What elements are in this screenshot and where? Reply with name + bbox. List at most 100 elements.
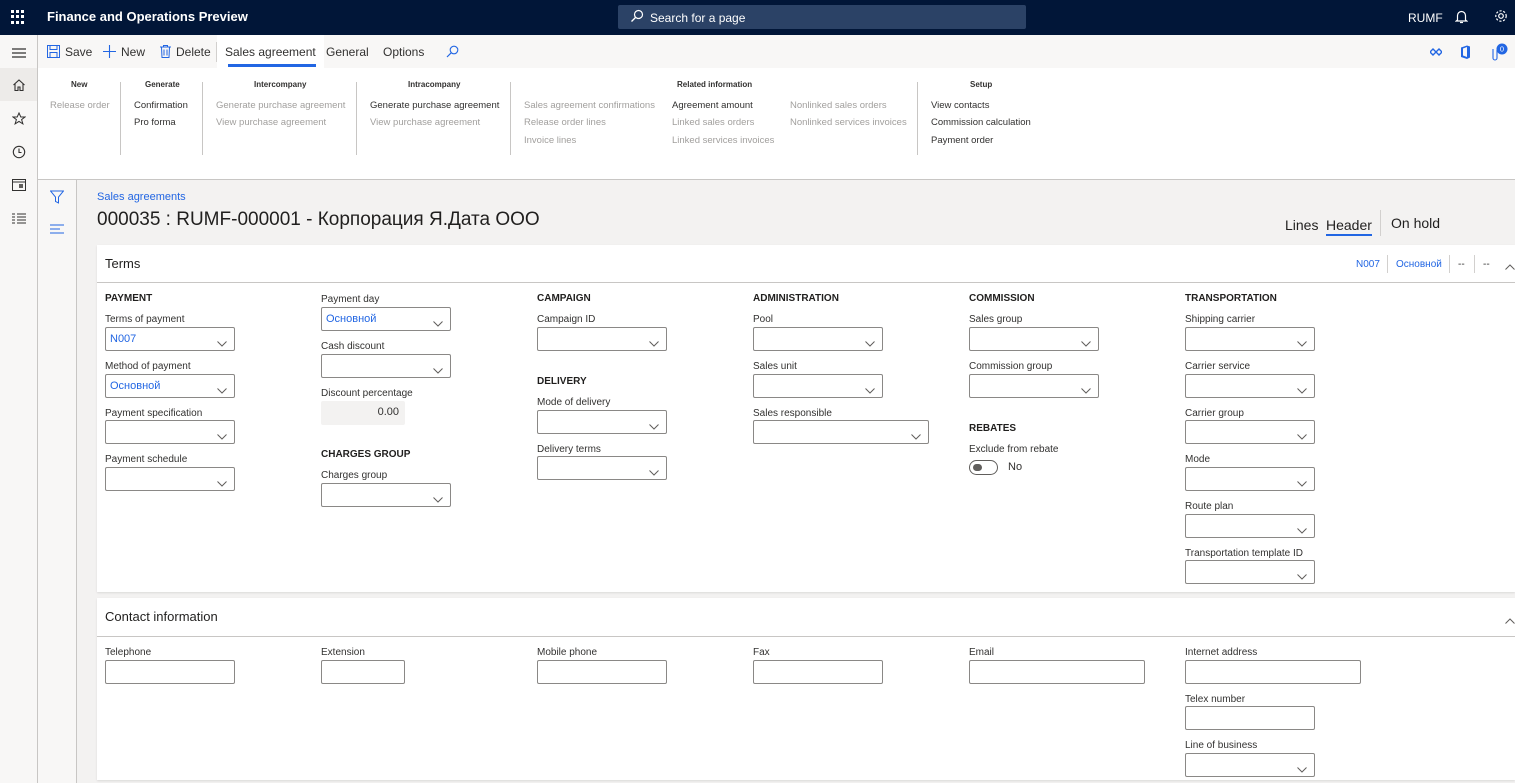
search-placeholder: Search for a page (650, 11, 746, 25)
chevron-down-icon (1297, 383, 1307, 397)
email-input[interactable] (969, 660, 1145, 684)
mode-label: Mode (1185, 454, 1211, 465)
attachments-badge-count: 0 (1500, 44, 1504, 53)
method-of-payment-dropdown[interactable]: Основной (105, 374, 235, 398)
payment-specification-dropdown[interactable] (105, 420, 235, 444)
terms-fasttab: Terms N007 Основной -- -- PAYMENT Terms … (97, 245, 1515, 592)
nonlinked-services-invoices-button[interactable]: Nonlinked services invoices (790, 117, 907, 128)
view-tab-lines[interactable]: Lines (1285, 217, 1318, 233)
intracompany-generate-purchase-agreement-button[interactable]: Generate purchase agreement (370, 100, 499, 111)
action-pane: Save New Delete Sales agreement General … (38, 35, 1515, 68)
intercompany-generate-purchase-agreement-button[interactable]: Generate purchase agreement (216, 100, 345, 111)
transportation-template-id-dropdown[interactable] (1185, 560, 1315, 584)
mode-dropdown[interactable] (1185, 467, 1315, 491)
pool-dropdown[interactable] (753, 327, 883, 351)
chevron-down-icon (217, 383, 227, 397)
payment-order-button[interactable]: Payment order (931, 135, 993, 146)
home-icon[interactable] (0, 68, 37, 101)
settings-icon[interactable] (1493, 8, 1509, 27)
mode-of-delivery-dropdown[interactable] (537, 410, 667, 434)
telephone-input[interactable] (105, 660, 235, 684)
view-tab-header[interactable]: Header (1326, 217, 1372, 236)
delivery-terms-dropdown[interactable] (537, 456, 667, 480)
carrier-service-label: Carrier service (1185, 361, 1251, 372)
sales-group-dropdown[interactable] (969, 327, 1099, 351)
nonlinked-sales-orders-button[interactable]: Nonlinked sales orders (790, 100, 887, 111)
recent-clock-icon[interactable] (0, 135, 37, 168)
company-picker[interactable]: RUMF (1408, 11, 1443, 25)
internet-address-input[interactable] (1185, 660, 1361, 684)
search-input[interactable]: Search for a page (618, 5, 1026, 29)
sales-agreement-confirmations-button[interactable]: Sales agreement confirmations (524, 100, 655, 111)
hamburger-menu-icon[interactable] (0, 36, 37, 69)
chevron-down-icon (1297, 476, 1307, 490)
terms-fasttab-title[interactable]: Terms (105, 256, 140, 271)
method-of-payment-label: Method of payment (105, 361, 191, 372)
sales-unit-label: Sales unit (753, 361, 797, 372)
sales-responsible-dropdown[interactable] (753, 420, 929, 444)
confirmation-button[interactable]: Confirmation (134, 100, 188, 111)
tab-general[interactable]: General (326, 35, 369, 68)
payment-schedule-dropdown[interactable] (105, 467, 235, 491)
contact-information-title[interactable]: Contact information (105, 609, 218, 624)
linked-sales-orders-button[interactable]: Linked sales orders (672, 117, 754, 128)
administration-heading: ADMINISTRATION (753, 293, 839, 304)
collapse-chevron-up-icon[interactable] (1505, 259, 1515, 273)
modules-list-icon[interactable] (0, 202, 37, 235)
favorites-star-icon[interactable] (0, 102, 37, 135)
extension-label: Extension (321, 647, 365, 658)
transportation-template-id-label: Transportation template ID (1185, 548, 1304, 559)
campaign-id-dropdown[interactable] (537, 327, 667, 351)
summary-terms-of-payment: N007 (1356, 259, 1380, 270)
workspaces-icon[interactable] (0, 168, 37, 201)
tab-options[interactable]: Options (383, 35, 424, 68)
attachments-icon[interactable]: 0 (1490, 35, 1515, 68)
charges-group-dropdown[interactable] (321, 483, 451, 507)
cash-discount-dropdown[interactable] (321, 354, 451, 378)
carrier-group-dropdown[interactable] (1185, 420, 1315, 444)
sales-unit-dropdown[interactable] (753, 374, 883, 398)
shipping-carrier-dropdown[interactable] (1185, 327, 1315, 351)
release-order-lines-button[interactable]: Release order lines (524, 117, 606, 128)
app-title: Finance and Operations Preview (47, 9, 248, 24)
save-button[interactable]: Save (47, 35, 92, 68)
line-of-business-dropdown[interactable] (1185, 753, 1315, 777)
intercompany-view-purchase-agreement-button[interactable]: View purchase agreement (216, 117, 326, 128)
extension-input[interactable] (321, 660, 405, 684)
office-icon[interactable] (1460, 35, 1476, 68)
carrier-service-dropdown[interactable] (1185, 374, 1315, 398)
collapse-chevron-up-icon[interactable] (1505, 613, 1515, 627)
release-order-button[interactable]: Release order (50, 100, 110, 111)
commission-calculation-button[interactable]: Commission calculation (931, 117, 1031, 128)
fax-input[interactable] (753, 660, 883, 684)
tab-sales-agreement[interactable]: Sales agreement (217, 35, 324, 68)
commission-group-label: Commission group (969, 361, 1053, 372)
terms-of-payment-dropdown[interactable]: N007 (105, 327, 235, 351)
pro-forma-button[interactable]: Pro forma (134, 117, 176, 128)
related-info-lines-icon[interactable] (50, 223, 64, 237)
route-plan-dropdown[interactable] (1185, 514, 1315, 538)
delete-button[interactable]: Delete (160, 35, 211, 68)
app-launcher-icon[interactable] (11, 10, 25, 24)
summary-field: -- (1458, 259, 1465, 270)
invoice-lines-button[interactable]: Invoice lines (524, 135, 576, 146)
agreement-amount-button[interactable]: Agreement amount (672, 100, 753, 111)
mobile-phone-input[interactable] (537, 660, 667, 684)
chevron-down-icon (649, 336, 659, 350)
linked-services-invoices-button[interactable]: Linked services invoices (672, 135, 774, 146)
commission-group-dropdown[interactable] (969, 374, 1099, 398)
telex-number-input[interactable] (1185, 706, 1315, 730)
intracompany-view-purchase-agreement-button[interactable]: View purchase agreement (370, 117, 480, 128)
new-button[interactable]: New (103, 35, 145, 68)
action-search-icon[interactable] (446, 35, 459, 68)
on-hold-button[interactable]: On hold (1391, 215, 1440, 231)
breadcrumb[interactable]: Sales agreements (97, 191, 186, 203)
notifications-icon[interactable] (1454, 9, 1469, 27)
shipping-carrier-label: Shipping carrier (1185, 314, 1256, 325)
exclude-from-rebate-toggle[interactable] (969, 460, 998, 475)
payment-day-dropdown[interactable]: Основной (321, 307, 451, 331)
filter-icon[interactable] (49, 190, 65, 207)
divider (356, 82, 357, 155)
view-contacts-button[interactable]: View contacts (931, 100, 989, 111)
power-apps-icon[interactable] (1430, 35, 1447, 68)
